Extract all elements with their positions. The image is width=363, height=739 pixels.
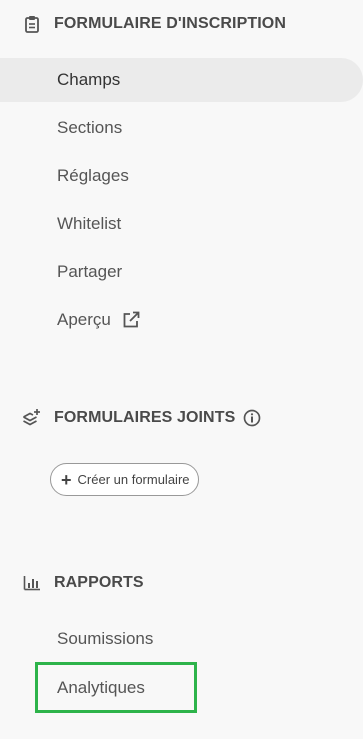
nav-item-label: Réglages (57, 166, 129, 185)
nav-item-apercu[interactable]: Aperçu (0, 298, 363, 342)
nav-item-soumissions[interactable]: Soumissions (0, 617, 363, 661)
nav-item-label: Soumissions (57, 629, 154, 648)
info-icon[interactable] (243, 409, 261, 427)
bar-chart-icon (22, 573, 42, 593)
reports-title: RAPPORTS (54, 574, 144, 591)
reports-header: RAPPORTS (22, 573, 144, 593)
nav-item-champs[interactable]: Champs (0, 58, 363, 102)
registration-form-header: FORMULAIRE D'INSCRIPTION (22, 14, 286, 34)
clipboard-icon (22, 14, 42, 34)
create-form-label: Créer un formulaire (77, 472, 190, 487)
nav-item-sections[interactable]: Sections (0, 106, 363, 150)
external-link-icon[interactable] (121, 310, 141, 330)
nav-item-label: Aperçu (57, 310, 111, 329)
joined-forms-header: FORMULAIRES JOINTS (22, 408, 261, 428)
nav-item-label: Whitelist (57, 214, 122, 233)
joined-forms-title: FORMULAIRES JOINTS (54, 409, 236, 426)
layers-plus-icon (22, 408, 42, 428)
registration-form-title: FORMULAIRE D'INSCRIPTION (54, 15, 286, 32)
nav-item-whitelist[interactable]: Whitelist (0, 202, 363, 246)
nav-item-label: Partager (57, 262, 123, 281)
nav-item-partager[interactable]: Partager (0, 250, 363, 294)
create-form-button[interactable]: + Créer un formulaire (50, 463, 199, 496)
highlight-box (35, 662, 197, 713)
nav-item-label: Sections (57, 118, 123, 137)
plus-icon: + (61, 469, 72, 490)
nav-item-reglages[interactable]: Réglages (0, 154, 363, 198)
nav-item-label: Champs (57, 70, 121, 89)
